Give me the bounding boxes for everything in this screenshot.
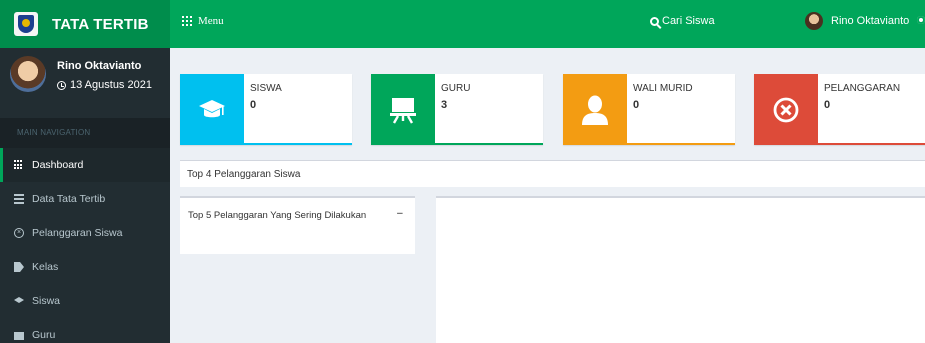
stat-value: 0 (250, 99, 257, 111)
stat-title: WALI MURID (633, 83, 693, 94)
sidebar-item-label: Siswa (32, 295, 61, 307)
clock-icon (57, 80, 66, 90)
menu-label: Menu (198, 15, 224, 27)
main-content: SISWA 0 GURU 3 WALI MURID 0 PELANGGARAN … (170, 48, 925, 343)
stat-title: GURU (441, 83, 471, 94)
user-panel: Rino Oktavianto 13 Agustus 2021 (0, 48, 170, 118)
stat-progress-line (627, 143, 735, 145)
collapse-button[interactable]: − (397, 208, 403, 220)
stat-box-siswa: SISWA 0 (180, 74, 352, 145)
top4-violations-panel: Top 4 Pelanggaran Siswa (180, 160, 925, 187)
stat-title: SISWA (250, 83, 282, 94)
top-navbar: Menu Cari Siswa Rino Oktavianto (170, 0, 925, 48)
sidebar-item-pelanggaran-siswa[interactable]: × Pelanggaran Siswa (0, 216, 170, 250)
sidebar-item-dashboard[interactable]: Dashboard (0, 148, 170, 182)
gear-icon[interactable] (917, 16, 925, 24)
user-icon (582, 95, 608, 125)
user-name: Rino Oktavianto (57, 60, 142, 72)
user-menu-label: Rino Oktavianto (831, 15, 910, 27)
app-logo[interactable]: TATA TERTIB (0, 0, 170, 48)
stat-progress-line (244, 143, 352, 145)
sidebar-item-kelas[interactable]: Kelas (0, 250, 170, 284)
chart-box (436, 196, 925, 343)
user-avatar (10, 56, 46, 92)
sidebar-item-siswa[interactable]: Siswa (0, 284, 170, 318)
search-icon (650, 16, 659, 26)
search-student-link[interactable]: Cari Siswa (650, 15, 715, 27)
grid-menu-icon (182, 16, 192, 26)
dashboard-grid-icon (14, 160, 24, 170)
sidebar: Rino Oktavianto 13 Agustus 2021 MAIN NAV… (0, 48, 170, 343)
stat-title: PELANGGARAN (824, 83, 901, 94)
sidebar-item-label: Pelanggaran Siswa (32, 227, 123, 239)
box-title: Top 5 Pelanggaran Yang Sering Dilakukan (188, 210, 367, 221)
avatar (805, 12, 823, 30)
stat-icon-bg (180, 74, 244, 145)
stat-progress-line (435, 143, 543, 145)
search-label: Cari Siswa (662, 15, 715, 27)
times-circle-icon (773, 97, 799, 122)
school-emblem-icon (14, 12, 38, 36)
stat-value: 0 (824, 99, 831, 111)
teacher-board-icon (390, 97, 416, 124)
graduation-cap-icon (199, 99, 225, 117)
board-icon (14, 331, 24, 340)
sidebar-item-label: Guru (32, 329, 56, 341)
sidebar-item-guru[interactable]: Guru (0, 318, 170, 343)
sidebar-item-data-tata-tertib[interactable]: Data Tata Tertib (0, 182, 170, 216)
nav-header: MAIN NAVIGATION (0, 118, 170, 148)
graduation-cap-icon (14, 297, 24, 303)
panel-title: Top 4 Pelanggaran Siswa (187, 169, 301, 180)
stat-progress-line (818, 143, 925, 145)
sidebar-item-label: Data Tata Tertib (32, 193, 106, 205)
stat-box-pelanggaran: PELANGGARAN 0 (754, 74, 925, 145)
list-icon (14, 194, 24, 204)
stat-icon-bg (754, 74, 818, 145)
stat-box-wali-murid: WALI MURID 0 (563, 74, 735, 145)
menu-toggle-button[interactable]: Menu (182, 15, 224, 27)
stat-box-guru: GURU 3 (371, 74, 543, 145)
stat-icon-bg (371, 74, 435, 145)
user-menu[interactable]: Rino Oktavianto (805, 12, 909, 30)
date-text: 13 Agustus 2021 (70, 79, 152, 91)
sidebar-item-label: Dashboard (32, 159, 84, 171)
sidebar-item-label: Kelas (32, 261, 59, 273)
logo-text: TATA TERTIB (52, 15, 149, 33)
stat-value: 3 (441, 99, 448, 111)
stat-value: 0 (633, 99, 640, 111)
stat-icon-bg (563, 74, 627, 145)
tag-icon (14, 262, 24, 272)
top5-violations-box: Top 5 Pelanggaran Yang Sering Dilakukan … (180, 196, 415, 254)
user-date: 13 Agustus 2021 (57, 79, 152, 91)
circle-x-icon: × (14, 228, 24, 238)
